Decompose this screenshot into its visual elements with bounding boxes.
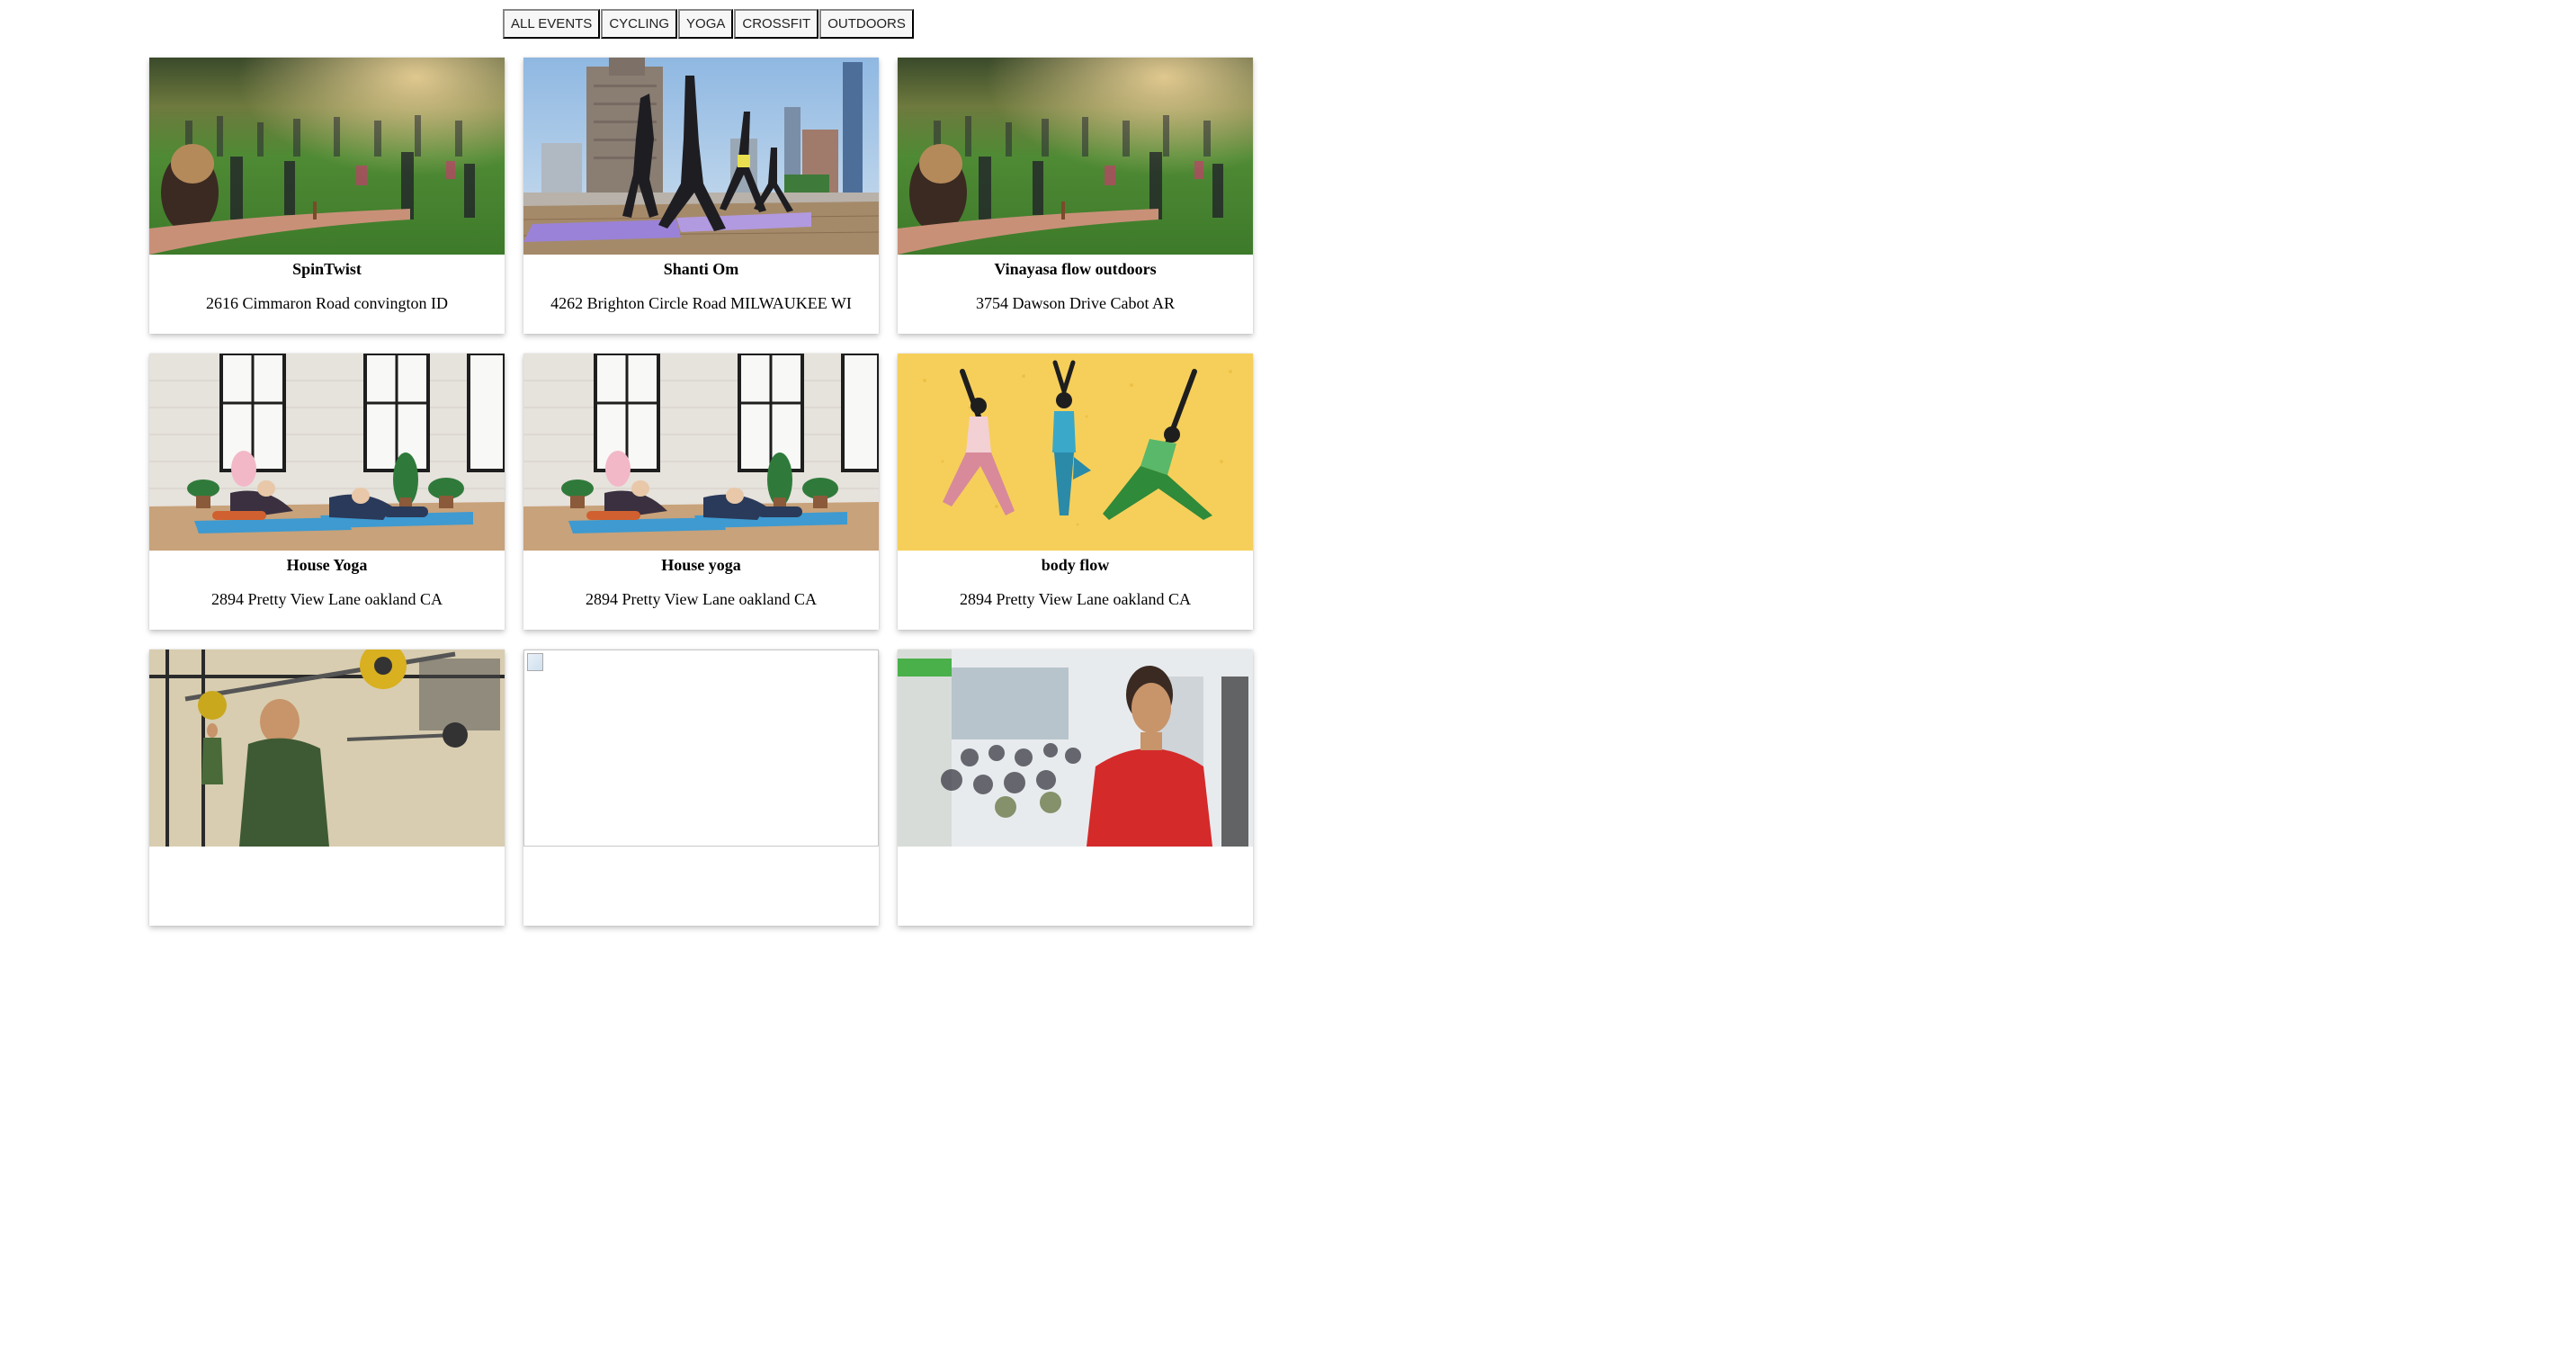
broken-image-placeholder (523, 650, 879, 847)
event-title: Vinayasa flow outdoors (994, 260, 1157, 278)
event-title: Shanti Om (663, 260, 739, 278)
event-image-outdoor-yoga (149, 58, 505, 255)
event-card[interactable] (149, 650, 505, 926)
filter-cycling-button[interactable]: CYCLING (601, 9, 678, 39)
event-image-outdoor-yoga (898, 58, 1253, 255)
event-address: 2894 Pretty View Lane oakland CA (210, 590, 443, 608)
broken-image-icon (527, 653, 543, 671)
filter-crossfit-button[interactable]: CROSSFIT (734, 9, 819, 39)
event-address: 2894 Pretty View Lane oakland CA (959, 590, 1192, 608)
event-card[interactable]: Shanti Om 4262 Brighton Circle Road MILW… (523, 58, 879, 334)
event-image-broken (523, 650, 879, 847)
event-title: House yoga (661, 556, 741, 574)
event-image-rooftop-yoga (523, 58, 879, 255)
event-image-studio-yoga (523, 354, 879, 551)
event-card[interactable] (898, 650, 1253, 926)
event-card[interactable]: SpinTwist 2616 Cimmaron Road convington … (149, 58, 505, 334)
event-address: 2894 Pretty View Lane oakland CA (585, 590, 818, 608)
event-image-studio-yoga (149, 354, 505, 551)
event-card[interactable]: body flow 2894 Pretty View Lane oakland … (898, 354, 1253, 630)
filter-yoga-button[interactable]: YOGA (678, 9, 734, 39)
event-title: SpinTwist (292, 260, 362, 278)
event-card[interactable] (523, 650, 879, 926)
event-card[interactable]: Vinayasa flow outdoors 3754 Dawson Drive… (898, 58, 1253, 334)
event-address: 3754 Dawson Drive Cabot AR (976, 294, 1175, 312)
event-address: 2616 Cimmaron Road convington ID (206, 294, 448, 312)
event-card[interactable]: House yoga 2894 Pretty View Lane oakland… (523, 354, 879, 630)
event-title: House Yoga (286, 556, 368, 574)
event-filter-bar: ALL EVENTS CYCLING YOGA CROSSFIT OUTDOOR… (503, 9, 914, 39)
event-title: body flow (1041, 556, 1110, 574)
filter-all-events-button[interactable]: ALL EVENTS (503, 9, 601, 39)
event-card[interactable]: House Yoga 2894 Pretty View Lane oakland… (149, 354, 505, 630)
event-image-crossfit-class (898, 650, 1253, 847)
events-grid: SpinTwist 2616 Cimmaron Road convington … (149, 58, 1253, 926)
event-image-yoga-illustration (898, 354, 1253, 551)
event-image-crossfit-gym (149, 650, 505, 847)
event-address: 4262 Brighton Circle Road MILWAUKEE WI (550, 294, 852, 312)
filter-outdoors-button[interactable]: OUTDOORS (819, 9, 914, 39)
